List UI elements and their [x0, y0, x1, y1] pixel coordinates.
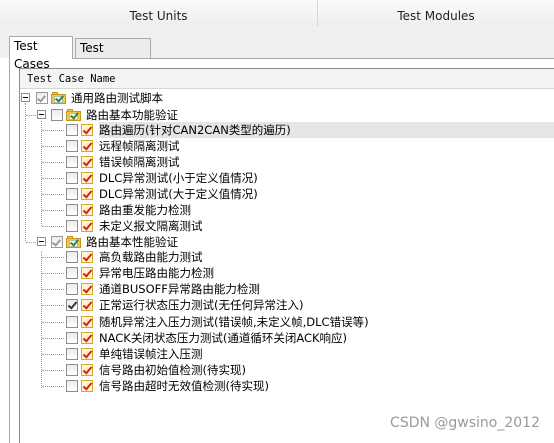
- test-case-row[interactable]: 信号路由初始值检测(待实现): [0, 362, 554, 378]
- top-header: Test Units Test Modules: [0, 0, 554, 27]
- test-case-icon: [81, 348, 93, 360]
- test-case-checkbox[interactable]: [66, 299, 78, 311]
- test-case-icon: [81, 156, 93, 168]
- test-case-row[interactable]: 路由遍历(针对CAN2CAN类型的遍历): [0, 122, 554, 138]
- tab-test-modules[interactable]: Test Modules: [318, 0, 554, 26]
- tree-group[interactable]: 路由基本功能验证: [0, 107, 554, 123]
- test-case-icon: [81, 188, 93, 200]
- test-case-checkbox[interactable]: [66, 332, 78, 344]
- test-case-row[interactable]: 远程帧隔离测试: [0, 138, 554, 154]
- test-case-label: 路由遍历(针对CAN2CAN类型的遍历): [99, 122, 554, 138]
- group-checkbox[interactable]: [51, 109, 63, 121]
- test-case-row[interactable]: NACK关闭状态压力测试(通道循环关闭ACK响应): [0, 330, 554, 346]
- test-case-checkbox[interactable]: [66, 267, 78, 279]
- test-group-folder-icon: [66, 109, 81, 121]
- tree-group-label: 路由基本性能验证: [86, 235, 178, 249]
- test-case-checkbox[interactable]: [66, 348, 78, 360]
- test-case-row[interactable]: 正常运行状态压力测试(无任何异常注入): [0, 297, 554, 313]
- test-case-checkbox[interactable]: [66, 220, 78, 232]
- test-case-icon: [81, 299, 93, 311]
- tree-root-label: 通用路由测试脚本: [71, 91, 163, 105]
- test-case-icon: [81, 316, 93, 328]
- test-case-label: 随机异常注入压力测试(错误帧,未定义帧,DLC错误等): [99, 315, 369, 329]
- test-case-icon: [81, 251, 93, 263]
- test-case-checkbox[interactable]: [66, 172, 78, 184]
- test-case-checkbox[interactable]: [66, 188, 78, 200]
- test-case-row[interactable]: 路由重发能力检测: [0, 202, 554, 218]
- test-case-icon: [81, 267, 93, 279]
- test-case-label: 路由重发能力检测: [99, 203, 191, 217]
- test-case-label: DLC异常测试(大于定义值情况): [99, 187, 258, 201]
- test-case-checkbox[interactable]: [66, 251, 78, 263]
- test-case-label: DLC异常测试(小于定义值情况): [99, 171, 258, 185]
- test-case-checkbox[interactable]: [66, 283, 78, 295]
- test-group-folder-icon: [66, 236, 81, 248]
- test-case-icon: [81, 140, 93, 152]
- test-case-checkbox[interactable]: [66, 124, 78, 136]
- test-case-row[interactable]: DLC异常测试(大于定义值情况): [0, 186, 554, 202]
- test-case-label: 远程帧隔离测试: [99, 139, 180, 153]
- test-case-label: 信号路由超时无效值检测(待实现): [99, 379, 269, 393]
- test-case-row[interactable]: DLC异常测试(小于定义值情况): [0, 170, 554, 186]
- test-case-label: 错误帧隔离测试: [99, 155, 180, 169]
- test-case-row[interactable]: 未定义报文隔离测试: [0, 218, 554, 234]
- test-case-row[interactable]: 单纯错误帧注入压测: [0, 346, 554, 362]
- test-case-icon: [81, 124, 93, 136]
- tree-group-label: 路由基本功能验证: [86, 108, 178, 122]
- test-case-label: 异常电压路由能力检测: [99, 266, 214, 280]
- test-case-checkbox[interactable]: [66, 364, 78, 376]
- test-case-icon: [81, 364, 93, 376]
- test-case-icon: [81, 220, 93, 232]
- test-case-label: 高负载路由能力测试: [99, 250, 203, 264]
- tree-group[interactable]: 路由基本性能验证: [0, 234, 554, 250]
- test-case-row[interactable]: 高负载路由能力测试: [0, 249, 554, 265]
- test-case-row[interactable]: 随机异常注入压力测试(错误帧,未定义帧,DLC错误等): [0, 314, 554, 330]
- test-case-icon: [81, 283, 93, 295]
- test-case-row[interactable]: 通道BUSOFF异常路由能力检测: [0, 281, 554, 297]
- test-case-label: 正常运行状态压力测试(无任何异常注入): [99, 298, 304, 312]
- watermark-text: CSDN @gwsino_2012: [390, 415, 540, 431]
- test-case-label: NACK关闭状态压力测试(通道循环关闭ACK响应): [99, 331, 348, 345]
- root-checkbox[interactable]: [36, 92, 48, 104]
- test-case-icon: [81, 172, 93, 184]
- tab-test-units[interactable]: Test Units: [0, 0, 318, 26]
- test-case-label: 通道BUSOFF异常路由能力检测: [99, 282, 260, 296]
- test-case-checkbox[interactable]: [66, 140, 78, 152]
- collapse-toggle-icon[interactable]: [37, 110, 46, 119]
- test-case-checkbox[interactable]: [66, 380, 78, 392]
- test-case-row[interactable]: 错误帧隔离测试: [0, 154, 554, 170]
- test-case-icon: [81, 204, 93, 216]
- test-group-folder-icon: [51, 92, 66, 104]
- column-header-test-case-name[interactable]: Test Case Name: [20, 69, 554, 89]
- tab-test-cases[interactable]: Test Cases: [9, 36, 73, 71]
- test-case-checkbox[interactable]: [66, 204, 78, 216]
- test-case-label: 单纯错误帧注入压测: [99, 347, 203, 361]
- test-case-row[interactable]: 信号路由超时无效值检测(待实现): [0, 378, 554, 394]
- test-case-checkbox[interactable]: [66, 316, 78, 328]
- tree-root[interactable]: 通用路由测试脚本: [0, 90, 554, 106]
- test-case-checkbox[interactable]: [66, 156, 78, 168]
- tab-test-observer[interactable]: Test Observer: [75, 38, 151, 73]
- test-case-label: 信号路由初始值检测(待实现): [99, 363, 246, 377]
- collapse-toggle-icon[interactable]: [21, 93, 30, 102]
- test-case-row[interactable]: 异常电压路由能力检测: [0, 265, 554, 281]
- collapse-toggle-icon[interactable]: [37, 237, 46, 246]
- group-checkbox[interactable]: [51, 236, 63, 248]
- test-case-icon: [81, 380, 93, 392]
- test-case-icon: [81, 332, 93, 344]
- test-case-label: 未定义报文隔离测试: [99, 219, 203, 233]
